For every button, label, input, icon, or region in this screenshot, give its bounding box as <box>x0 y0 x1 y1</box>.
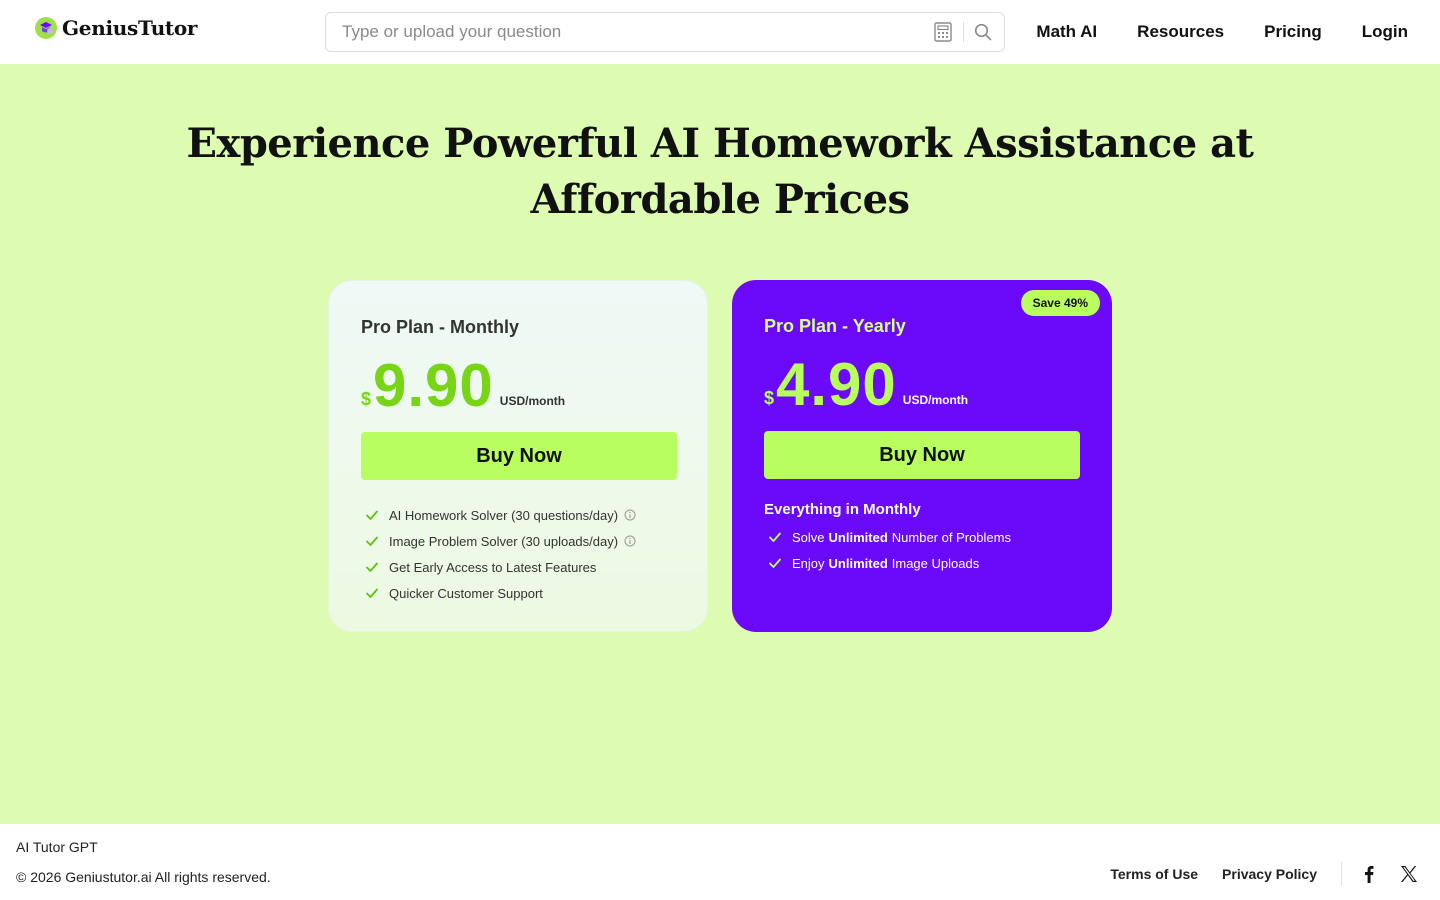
plan-name: Pro Plan - Yearly <box>764 316 906 336</box>
footer-brand: AI Tutor GPT <box>16 839 98 855</box>
pricing-section: Experience Powerful AI Homework Assistan… <box>0 64 1440 824</box>
top-header: GeniusTutor Math AI Resources <box>0 0 1440 64</box>
page-footer: AI Tutor GPT © 2026 Geniustutor.ai All r… <box>0 824 1440 900</box>
price-amount: 9.90 <box>373 352 494 419</box>
feature-text-suffix: Image Uploads <box>891 555 980 571</box>
footer-divider <box>1341 862 1342 886</box>
price-currency: $ <box>361 389 372 409</box>
price-unit: USD/month <box>499 394 566 408</box>
feature-text-highlight: Unlimited <box>828 555 888 571</box>
list-item: Image Problem Solver (30 uploads/day) <box>361 528 675 554</box>
feature-text-highlight: Unlimited <box>828 529 888 545</box>
price: $ 4.90 USD/month <box>764 351 1080 418</box>
brand-name: GeniusTutor <box>62 16 198 40</box>
check-icon <box>365 586 379 600</box>
nav-login[interactable]: Login <box>1362 22 1408 42</box>
monthly-plan-card: Pro Plan - Monthly $ 9.90 USD/month Buy … <box>328 280 708 632</box>
check-icon <box>365 508 379 522</box>
brand-logo[interactable]: GeniusTutor <box>34 16 197 40</box>
page-title-line-1: Experience Powerful AI Homework Assistan… <box>186 120 1254 167</box>
feature-text: Image Problem Solver (30 uploads/day) <box>389 533 619 549</box>
search-bar <box>325 12 1005 52</box>
info-icon[interactable] <box>624 535 636 547</box>
yearly-plan-card: Save 49% Pro Plan - Yearly $ 4.90 USD/mo… <box>732 280 1112 632</box>
footer-links: Terms of Use Privacy Policy <box>1110 862 1418 886</box>
copyright: © 2026 Geniustutor.ai All rights reserve… <box>16 869 271 885</box>
feature-text-prefix: Enjoy <box>792 555 825 571</box>
feature-list: AI Homework Solver (30 questions/day) Im… <box>361 502 675 606</box>
logo-icon <box>34 16 58 40</box>
facebook-icon[interactable] <box>1360 865 1378 883</box>
price-amount: 4.90 <box>776 351 897 418</box>
list-item: Get Early Access to Latest Features <box>361 554 675 580</box>
plan-name: Pro Plan - Monthly <box>361 317 520 337</box>
calculator-icon[interactable] <box>933 21 953 43</box>
list-item: Solve Unlimited Number of Problems <box>764 524 1080 550</box>
price-currency: $ <box>764 388 775 408</box>
page-title: Experience Powerful AI Homework Assistan… <box>0 116 1440 228</box>
search-input[interactable] <box>326 13 933 51</box>
check-icon <box>365 534 379 548</box>
price: $ 9.90 USD/month <box>361 352 675 419</box>
info-icon[interactable] <box>624 509 636 521</box>
includes-heading: Everything in Monthly <box>764 501 921 518</box>
feature-text-suffix: Number of Problems <box>891 529 1011 545</box>
privacy-policy-link[interactable]: Privacy Policy <box>1222 866 1317 882</box>
feature-list: Solve Unlimited Number of Problems Enjoy… <box>764 524 1080 576</box>
feature-text-prefix: Solve <box>792 529 825 545</box>
check-icon <box>768 530 782 544</box>
page-title-line-2: Affordable Prices <box>530 176 910 223</box>
search-icon[interactable] <box>972 21 994 43</box>
price-unit: USD/month <box>902 393 969 407</box>
list-item: AI Homework Solver (30 questions/day) <box>361 502 675 528</box>
x-icon[interactable] <box>1400 865 1418 883</box>
list-item: Enjoy Unlimited Image Uploads <box>764 550 1080 576</box>
buy-now-yearly-button[interactable]: Buy Now <box>764 431 1080 479</box>
search-divider <box>963 22 964 42</box>
save-badge: Save 49% <box>1020 290 1100 316</box>
check-icon <box>768 556 782 570</box>
nav-pricing[interactable]: Pricing <box>1264 22 1322 42</box>
feature-text: Quicker Customer Support <box>389 585 543 601</box>
feature-text: Get Early Access to Latest Features <box>389 559 597 575</box>
nav-math-ai[interactable]: Math AI <box>1036 22 1097 42</box>
main-nav: Math AI Resources Pricing Login <box>1036 0 1408 64</box>
nav-resources[interactable]: Resources <box>1137 22 1224 42</box>
list-item: Quicker Customer Support <box>361 580 675 606</box>
feature-text: AI Homework Solver (30 questions/day) <box>389 507 619 523</box>
terms-of-use-link[interactable]: Terms of Use <box>1110 866 1198 882</box>
check-icon <box>365 560 379 574</box>
buy-now-monthly-button[interactable]: Buy Now <box>361 432 677 480</box>
